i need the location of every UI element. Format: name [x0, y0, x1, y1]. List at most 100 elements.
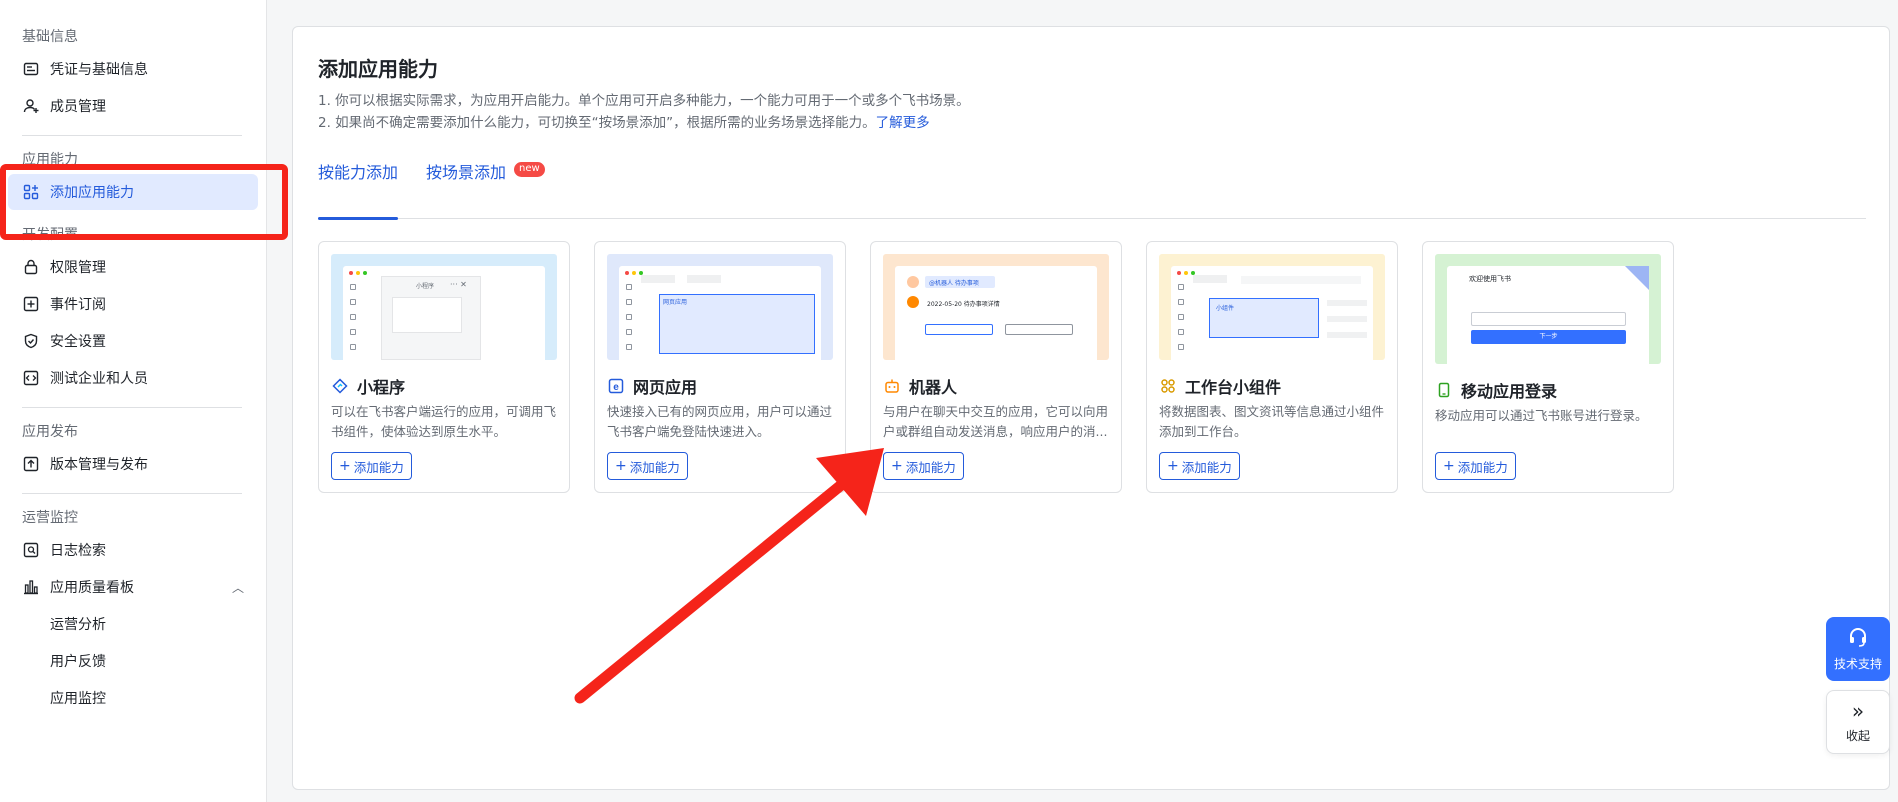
sidebar-item-members[interactable]: 成员管理: [8, 88, 258, 124]
sidebar: 基础信息 凭证与基础信息 成员管理 应用能力 添加应用能力 开发配置 权限管理 …: [0, 0, 267, 802]
card-title-text: 移动应用登录: [1461, 382, 1558, 401]
tab-active-indicator: [318, 217, 398, 220]
thumb-button-primary: [925, 324, 993, 335]
card-description: 与用户在聊天中交互的应用，它可以向用户或群组自动发送消息，响应用户的消...: [883, 404, 1109, 439]
placeholder-line: [1327, 316, 1367, 322]
divider: [22, 493, 242, 494]
collapse-label: 收起: [1845, 728, 1870, 743]
chevron-up-icon[interactable]: ︿: [232, 579, 244, 596]
thumb-button-secondary: [1005, 324, 1073, 335]
plus-icon: +: [1443, 458, 1455, 474]
code-icon: [22, 369, 40, 387]
card-description: 快速接入已有的网页应用，用户可以通过飞书客户端免登陆快速进入。: [607, 404, 833, 439]
tech-support-label: 技术支持: [1833, 657, 1882, 671]
group-title-basic: 基础信息: [22, 29, 78, 45]
sidebar-item-credentials[interactable]: 凭证与基础信息: [8, 51, 258, 87]
more-close-icon: ··· ✕: [450, 280, 467, 289]
sidebar-item-add-capability[interactable]: 添加应用能力: [8, 174, 258, 210]
tab-label: 按场景添加: [426, 163, 507, 182]
thumbnail-label-2: 2022-05-20 待办事项详情: [927, 301, 1000, 308]
card-title: 机器人: [883, 374, 957, 398]
page-title: 添加应用能力: [318, 57, 438, 81]
placeholder-line: [1327, 332, 1367, 338]
headset-icon: [1847, 626, 1869, 651]
bar-chart-icon: [22, 578, 40, 596]
search-bar: [1241, 276, 1361, 284]
tab-by-capability[interactable]: 按能力添加: [318, 155, 398, 220]
learn-more-link[interactable]: 了解更多: [876, 115, 930, 131]
tech-support-button[interactable]: 技术支持: [1826, 617, 1890, 681]
sidebar-item-logs[interactable]: 日志检索: [8, 532, 258, 568]
card-description: 可以在飞书客户端运行的应用，可调用飞书组件，使体验达到原生水平。: [331, 404, 557, 439]
window-sidebar-icons: [626, 284, 632, 350]
group-title-monitoring: 运营监控: [22, 510, 78, 526]
sidebar-item-label: 添加应用能力: [50, 185, 134, 201]
sidebar-item-label: 测试企业和人员: [50, 371, 148, 387]
add-button-label: 添加能力: [905, 459, 956, 475]
sidebar-item-versions[interactable]: 版本管理与发布: [8, 446, 258, 482]
add-capability-button[interactable]: + 添加能力: [1435, 452, 1516, 480]
thumbnail-label: 小组件: [1216, 305, 1235, 312]
capability-card-robot[interactable]: @机器人 待办事项 2022-05-20 待办事项详情 机器人 与用户在聊天中交…: [870, 241, 1122, 493]
description-line-2-text: 2. 如果尚不确定需要添加什么能力，可切换至“按场景添加”，根据所需的业务场景选…: [318, 115, 876, 131]
mobile-login-icon: [1435, 381, 1453, 399]
card-title: e 网页应用: [607, 374, 697, 398]
plus-icon: +: [1167, 458, 1179, 474]
capability-card-mini-program[interactable]: 小程序 ··· ✕ 小程序 可以在飞书客户端运行的应用，可调用飞书组件，使体验达…: [318, 241, 570, 493]
card-thumbnail: 小程序 ··· ✕: [331, 254, 557, 360]
chat-message-bubble: @机器人 待办事项: [925, 276, 995, 288]
description-line-1: 1. 你可以根据实际需求，为应用开启能力。单个应用可开启多种能力，一个能力可用于…: [318, 93, 970, 109]
add-button-label: 添加能力: [353, 459, 404, 475]
browser-tab: [641, 275, 675, 283]
next-button: 下一步: [1471, 330, 1626, 344]
group-title-capability: 应用能力: [22, 152, 78, 168]
add-capability-button[interactable]: + 添加能力: [1159, 452, 1240, 480]
add-capability-button[interactable]: + 添加能力: [331, 452, 412, 480]
capability-card-mobile-login[interactable]: 欢迎使用飞书 下一步 移动应用登录 移动应用可以通过飞书账号进行登录。 + 添加能…: [1422, 241, 1674, 493]
sidebar-item-security[interactable]: 安全设置: [8, 323, 258, 359]
shield-icon: [22, 332, 40, 350]
thumbnail-window: 小程序 ··· ✕: [343, 266, 545, 360]
card-title-text: 网页应用: [633, 378, 698, 397]
sidebar-item-quality-board[interactable]: 应用质量看板 ︿: [8, 569, 258, 605]
add-button-label: 添加能力: [629, 459, 680, 475]
capability-card-web-app[interactable]: 网页应用 e 网页应用 快速接入已有的网页应用，用户可以通过飞书客户端免登陆快速…: [594, 241, 846, 493]
sidebar-subitem-operation-analysis[interactable]: 运营分析: [8, 606, 258, 642]
widget-frame: 小组件: [1209, 298, 1319, 338]
group-title-dev-config: 开发配置: [22, 227, 78, 243]
divider: [22, 135, 242, 136]
sidebar-subitem-user-feedback[interactable]: 用户反馈: [8, 643, 258, 679]
plus-icon: +: [891, 458, 903, 474]
thumbnail-window: @机器人 待办事项 2022-05-20 待办事项详情: [895, 266, 1097, 360]
add-button-label: 添加能力: [1181, 459, 1232, 475]
mini-program-icon: [331, 377, 349, 395]
card-thumbnail: 欢迎使用飞书 下一步: [1435, 254, 1661, 364]
lock-icon: [22, 258, 40, 276]
card-title: 工作台小组件: [1159, 374, 1281, 398]
add-capability-button[interactable]: + 添加能力: [883, 452, 964, 480]
member-add-icon: [22, 97, 40, 115]
sidebar-item-label: 权限管理: [50, 260, 106, 276]
thumbnail-window: 欢迎使用飞书 下一步: [1447, 266, 1649, 364]
tab-by-scenario[interactable]: 按场景添加 new: [426, 155, 545, 219]
sidebar-item-permissions[interactable]: 权限管理: [8, 249, 258, 285]
capability-card-widget[interactable]: 小组件 工作台小组件 将数据图表、图文资讯等信息通过小组件添加到工作台。 + 添加…: [1146, 241, 1398, 493]
sidebar-item-label: 凭证与基础信息: [50, 62, 148, 78]
window-sidebar-icons: [350, 284, 356, 350]
group-title-release: 应用发布: [22, 424, 78, 440]
tab-bar: 按能力添加 按场景添加 new: [318, 155, 1866, 220]
sidebar-item-test-users[interactable]: 测试企业和人员: [8, 360, 258, 396]
log-search-icon: [22, 541, 40, 559]
sidebar-item-label: 事件订阅: [50, 297, 106, 313]
double-chevron-right-icon: »: [1851, 698, 1865, 723]
collapse-button[interactable]: » 收起: [1826, 690, 1890, 754]
sidebar-subitem-app-monitor[interactable]: 应用监控: [8, 680, 258, 716]
sidebar-item-events[interactable]: 事件订阅: [8, 286, 258, 322]
card-thumbnail: 网页应用: [607, 254, 833, 360]
apps-add-icon: [22, 183, 40, 201]
window-sidebar-icons: [1178, 284, 1184, 350]
web-app-icon: e: [607, 377, 625, 395]
add-capability-button[interactable]: + 添加能力: [607, 452, 688, 480]
card-title: 移动应用登录: [1435, 378, 1557, 402]
thumbnail-label: 小程序: [416, 283, 435, 290]
